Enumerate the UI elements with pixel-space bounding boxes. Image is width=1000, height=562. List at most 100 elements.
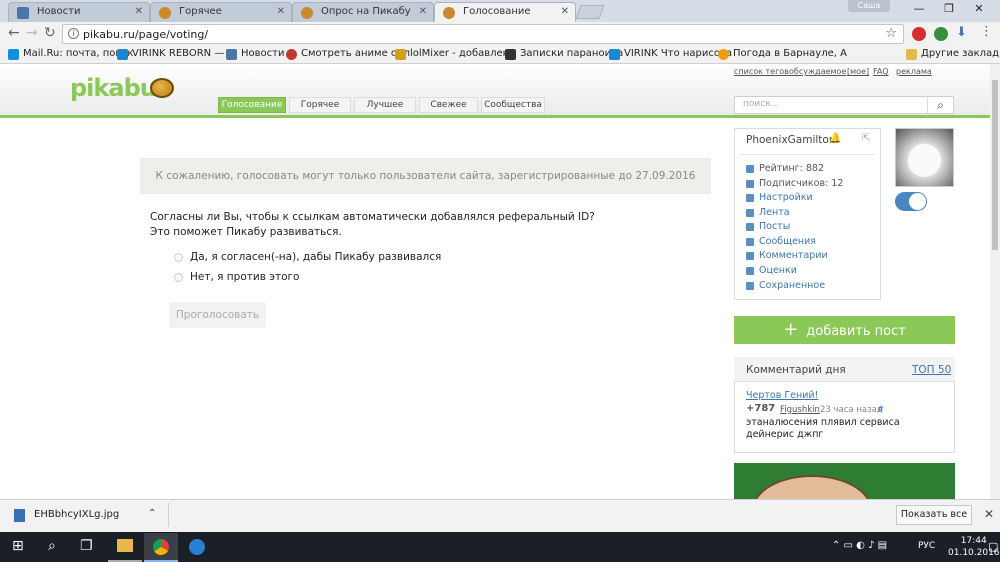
close-icon[interactable]: ✕ [984, 507, 994, 521]
chevron-up-icon[interactable]: ⌃ [148, 508, 156, 519]
pikabu-icon [301, 7, 313, 19]
task-view-icon[interactable]: ❐ [80, 538, 93, 554]
theme-toggle[interactable] [895, 192, 927, 211]
comment-icon [746, 252, 754, 260]
back-icon[interactable]: ← [8, 25, 20, 41]
system-tray[interactable]: ⌃ ▭ ◐ ♪ ▤ [832, 540, 887, 551]
tab-communities[interactable]: Сообщества [481, 97, 545, 113]
new-tab-button[interactable] [575, 5, 605, 19]
tab-goryachee[interactable]: Горячее ✕ [150, 2, 292, 22]
download-item[interactable]: EHBbhcyIXLg.jpg [14, 509, 119, 522]
avatar[interactable] [895, 128, 954, 187]
bell-icon[interactable]: 🔔 [829, 133, 841, 144]
radio-no[interactable] [174, 273, 183, 282]
tab-golosovanie[interactable]: Голосование ✕ [434, 2, 576, 23]
bookmark-item[interactable]: Записки параноика [505, 48, 623, 60]
bookmark-item[interactable]: Смотреть аниме онл [286, 48, 410, 60]
image-shape [752, 475, 872, 499]
bookmark-item[interactable]: VIRINK Что нарисова [609, 48, 732, 60]
post-image[interactable] [734, 463, 955, 499]
vote-button[interactable]: Проголосовать [169, 302, 266, 328]
close-window-button[interactable]: ✕ [964, 2, 994, 20]
close-icon[interactable]: ✕ [135, 6, 143, 17]
lolmixer-icon [395, 49, 406, 60]
image-file-icon [14, 509, 25, 522]
gear-icon [746, 194, 754, 202]
tab-best[interactable]: Лучшее [354, 97, 416, 113]
search-icon[interactable]: ⌕ [927, 97, 953, 113]
chrome-app[interactable] [144, 533, 178, 562]
scroll-thumb[interactable] [992, 80, 998, 250]
bookmark-item[interactable]: VIRINK REBORN — н [117, 48, 234, 60]
document-icon [746, 223, 754, 231]
explorer-app[interactable] [108, 533, 142, 562]
plus-icon: + [783, 319, 799, 340]
maximize-button[interactable]: ❐ [934, 2, 964, 20]
language-indicator[interactable]: РУС [918, 541, 935, 551]
tab-title: Горячее [179, 6, 222, 17]
tab-novosti[interactable]: Новости ✕ [8, 2, 150, 22]
close-icon[interactable]: ✕ [419, 6, 427, 17]
bookmark-item[interactable]: Mail.Ru: почта, поиск [8, 48, 133, 60]
exit-icon[interactable]: ⇱ [862, 133, 870, 144]
info-icon[interactable]: i [68, 28, 79, 39]
toplink-tags[interactable]: список тегов [734, 67, 789, 76]
option-yes-label[interactable]: Да, я согласен(-на), дабы Пикабу развива… [190, 251, 441, 263]
toplink-ads[interactable]: реклама [896, 67, 932, 76]
minimize-button[interactable]: — [904, 2, 934, 20]
user-link-comments[interactable]: Комментарии [746, 250, 828, 261]
user-link-ratings[interactable]: Оценки [746, 265, 797, 276]
divider [740, 154, 875, 155]
add-post-label: добавить пост [806, 324, 906, 339]
toplink-faq[interactable]: FAQ [873, 67, 889, 76]
option-no-label[interactable]: Нет, я против этого [190, 271, 299, 283]
address-bar[interactable]: i pikabu.ru/page/voting/ ☆ [62, 24, 904, 44]
bookmark-item[interactable]: Погода в Барнауле, А [718, 48, 847, 60]
star-icon[interactable]: ☆ [885, 26, 897, 41]
comment-anchor[interactable]: # [877, 405, 884, 415]
tab-opros[interactable]: Опрос на Пикабу ✕ [292, 2, 434, 22]
user-link-feed[interactable]: Лента [746, 207, 790, 218]
search-input[interactable]: поиск... ⌕ [734, 96, 954, 114]
site-logo[interactable]: pikabu [70, 74, 157, 102]
forward-icon[interactable]: → [26, 25, 38, 41]
radio-yes[interactable] [174, 253, 183, 262]
search-icon[interactable]: ⌕ [48, 538, 56, 554]
extension-icon[interactable] [934, 27, 948, 41]
tab-hot[interactable]: Горячее [289, 97, 351, 113]
user-link-settings[interactable]: Настройки [746, 192, 813, 203]
toplink-mine[interactable]: [мое] [847, 67, 869, 76]
adblock-icon[interactable] [912, 27, 926, 41]
toplink-discussed[interactable]: обсуждаемое [789, 67, 846, 76]
close-icon[interactable]: ✕ [277, 6, 285, 17]
other-bookmarks[interactable]: Другие закладки [906, 48, 1000, 60]
save-icon [746, 282, 754, 290]
tab-voting[interactable]: Голосование [218, 97, 286, 113]
user-link-messages[interactable]: Сообщения [746, 236, 816, 247]
envelope-icon [746, 238, 754, 246]
user-link-posts[interactable]: Посты [746, 221, 790, 232]
download-icon[interactable]: ⬇ [956, 25, 967, 40]
tab-new[interactable]: Свежее [419, 97, 478, 113]
page-scrollbar[interactable] [990, 64, 1000, 499]
add-post-button[interactable]: + добавить пост [734, 316, 955, 344]
vk-icon [17, 7, 29, 19]
user-link-saved[interactable]: Сохраненное [746, 280, 825, 291]
bookmark-item[interactable]: lolMixer - добавлени [395, 48, 516, 60]
bookmark-item[interactable]: Новости [226, 48, 285, 60]
ie-app[interactable] [180, 533, 214, 562]
top50-link[interactable]: ТОП 50 [912, 364, 951, 376]
reload-icon[interactable]: ↻ [44, 25, 56, 41]
menu-icon[interactable]: ⋮ [980, 24, 993, 39]
username[interactable]: PhoenixGamilton [746, 134, 836, 146]
profile-badge[interactable]: Саша [848, 0, 890, 12]
pikabu-icon [443, 7, 455, 19]
ie-icon [189, 539, 205, 555]
windows-start-icon[interactable]: ⊞ [12, 538, 24, 554]
close-icon[interactable]: ✕ [561, 6, 569, 17]
show-all-downloads-button[interactable]: Показать все [896, 505, 972, 525]
comment-author[interactable]: Figushkin [780, 405, 820, 415]
comment-post-link[interactable]: Чертов Гений! [746, 390, 818, 401]
bookmark-label: Новости [241, 48, 285, 59]
notifications-icon[interactable]: ▢ [988, 540, 998, 553]
